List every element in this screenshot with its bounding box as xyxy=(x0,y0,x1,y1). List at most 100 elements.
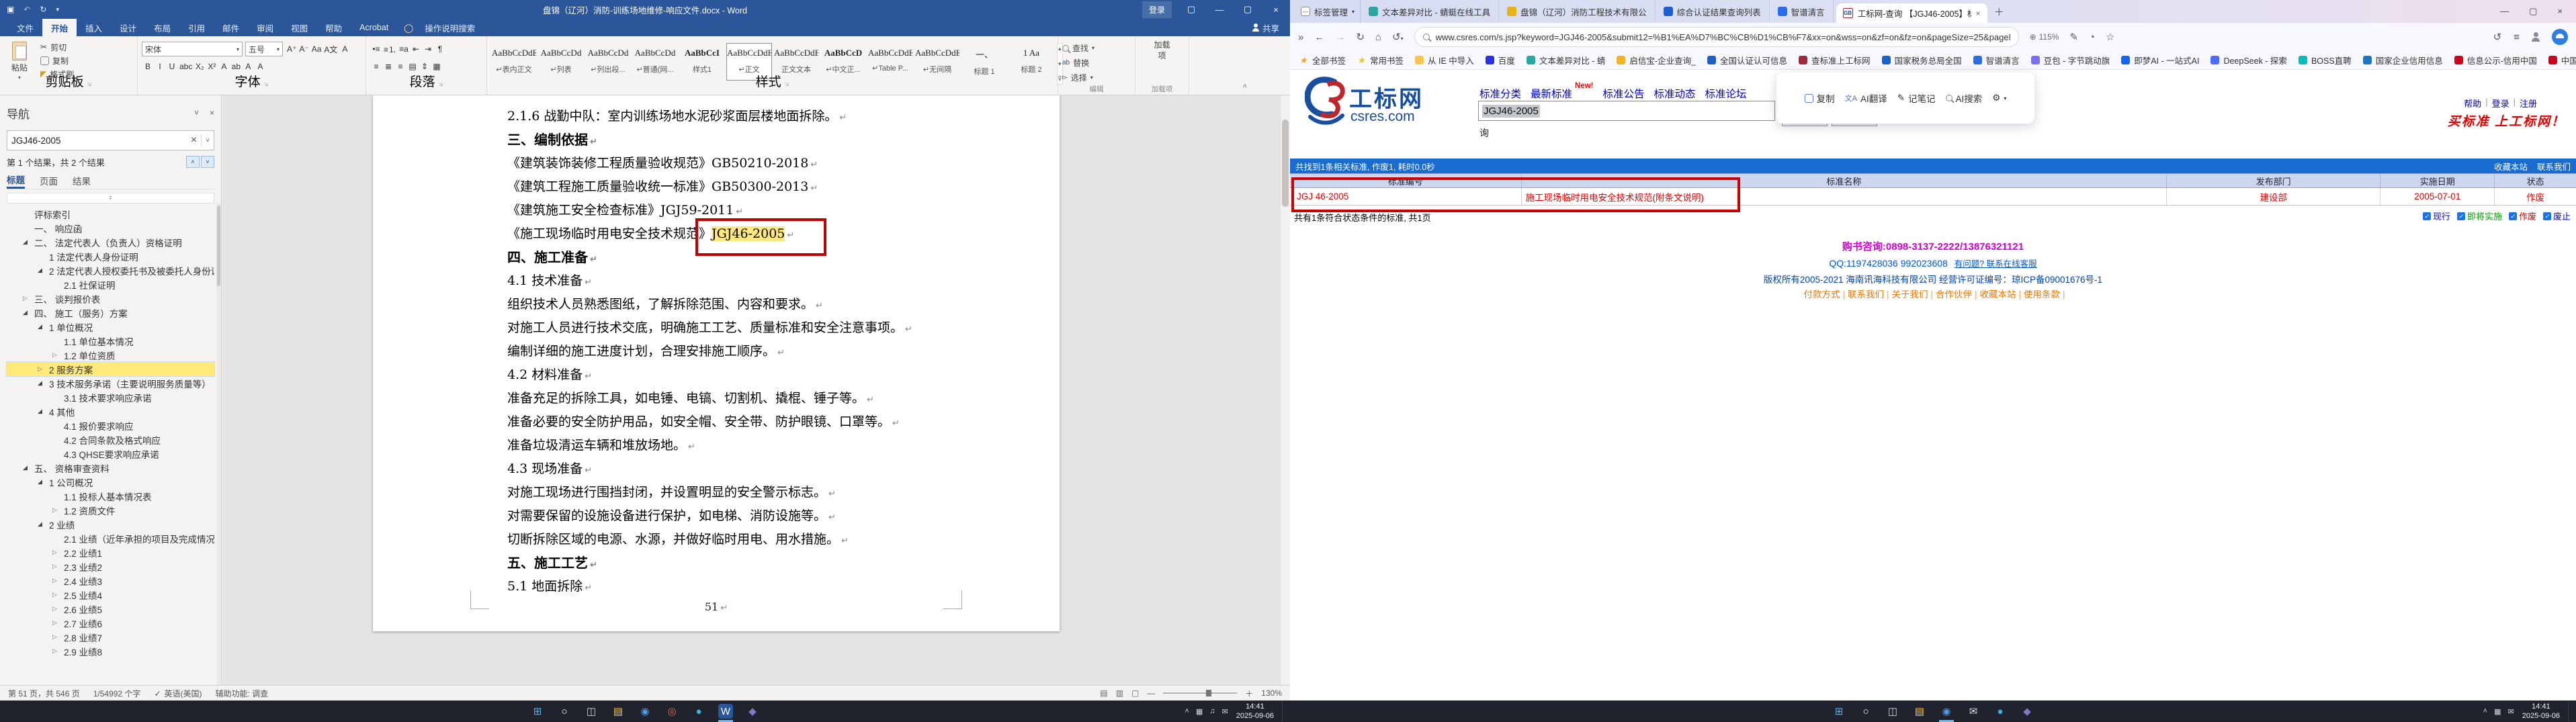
bookmark-item[interactable]: 查标准上工标网 xyxy=(1799,54,1871,66)
forward-icon[interactable]: → xyxy=(1335,32,1345,43)
print-layout-icon[interactable]: ▥ xyxy=(1116,688,1123,698)
tree-expand-icon[interactable] xyxy=(23,309,34,316)
nav-tree-item[interactable]: 2.1 社保证明 xyxy=(7,277,214,291)
footer-link[interactable]: 使用条款 xyxy=(2024,289,2060,300)
next-result-button[interactable]: ˅ xyxy=(201,156,214,168)
browser-tab[interactable]: 智谱清言 xyxy=(1770,0,1834,23)
edit-page-icon[interactable]: ✎ xyxy=(2069,31,2078,43)
tree-expand-icon[interactable] xyxy=(52,577,64,584)
document-scrollbar[interactable] xyxy=(1280,95,1290,685)
taskbar-app-icon[interactable]: ◉ xyxy=(632,701,658,722)
taskbar-clock[interactable]: 14:41 2025-09-06 xyxy=(1236,702,1274,721)
contact-us-link[interactable]: 联系我们 xyxy=(2537,160,2571,173)
nav-tree-item[interactable]: 1.1 单位基本情况 xyxy=(7,334,214,348)
replace-button[interactable]: ab 替换 xyxy=(1062,56,1131,69)
login-link[interactable]: 登录 xyxy=(2492,97,2509,109)
font-name-select[interactable]: 宋体 ▾ xyxy=(142,42,243,56)
bookmark-item[interactable]: 国家税务总局全国 xyxy=(1881,54,1962,66)
select-button[interactable]: ▻ 选择 ▾ xyxy=(1062,71,1131,84)
nav-standard-news[interactable]: 标准动态 xyxy=(1654,86,1696,101)
taskbar-app-icon[interactable]: ◎ xyxy=(658,701,685,722)
nav-tree-item[interactable]: 2.1 业绩（近年承担的项目及完成情况） xyxy=(7,531,214,545)
nav-tree-item[interactable]: 1 法定代表人身份证明 xyxy=(7,249,214,263)
ai-search-tool[interactable]: AI搜索 xyxy=(1945,91,1982,105)
qat-customize-icon[interactable]: ▾ xyxy=(56,6,59,13)
close-tab-icon[interactable]: × xyxy=(1976,9,1981,18)
bookmark-item[interactable]: 国家企业信用信息 xyxy=(2362,54,2443,66)
zoom-slider[interactable] xyxy=(1163,690,1238,696)
bookmark-item[interactable]: 文本差异对比 - 蜻 xyxy=(1526,54,1605,66)
nav-tree-item[interactable]: 三、 谈判报价表 xyxy=(7,291,214,306)
tree-expand-icon[interactable] xyxy=(38,267,49,274)
find-button[interactable]: 查找 ▾ xyxy=(1062,42,1131,54)
tree-expand-icon[interactable] xyxy=(52,647,64,655)
tree-expand-icon[interactable] xyxy=(52,605,64,613)
nav-standard-forum[interactable]: 标准论坛 xyxy=(1705,86,1747,101)
paragraph-tool-button[interactable]: ≡a xyxy=(398,42,410,56)
ribbon-display-options-icon[interactable]: ▢ xyxy=(1177,0,1205,19)
nav-tree-item[interactable]: 2.2 业绩1 xyxy=(7,545,214,559)
paragraph-tool-button[interactable]: ⇥ xyxy=(422,42,434,56)
taskbar-app-icon[interactable]: ○ xyxy=(551,701,578,722)
redo-icon[interactable]: ↻ xyxy=(40,5,46,14)
tray-icon[interactable]: ˄ xyxy=(1185,707,1189,716)
reload-icon[interactable]: ↻ xyxy=(1356,31,1365,43)
back-icon[interactable]: ← xyxy=(1314,32,1324,43)
nav-pane-scrollbar[interactable] xyxy=(216,203,221,685)
tree-expand-icon[interactable] xyxy=(23,238,34,246)
nav-tree-item[interactable]: 4.1 报价要求响应 xyxy=(7,418,214,433)
nav-tab-headings[interactable]: 标题 xyxy=(7,172,25,189)
nav-tree-item[interactable]: 2.7 业绩6 xyxy=(7,616,214,630)
tree-expand-icon[interactable] xyxy=(23,464,34,471)
extensions-chevron-icon[interactable]: » xyxy=(1298,32,1303,43)
taskbar-app-icon[interactable]: ✉ xyxy=(1960,701,1987,722)
nav-pane-close-icon[interactable]: × xyxy=(210,108,214,118)
nav-pane-options-icon[interactable]: ˅ xyxy=(194,108,199,118)
tell-me-search[interactable]: 操作说明搜索 xyxy=(416,19,484,36)
tab-home[interactable]: 开始 xyxy=(42,19,77,36)
bookmark-item[interactable]: 百度 xyxy=(1485,54,1515,66)
font-tool-button[interactable]: A xyxy=(339,42,351,56)
nav-tree-item[interactable]: 2.4 业绩3 xyxy=(7,574,214,588)
tree-expand-icon[interactable] xyxy=(52,506,64,514)
taskbar-app-icon[interactable]: ● xyxy=(1987,701,2014,722)
nav-tree-item[interactable]: 评标索引 xyxy=(7,207,214,221)
tab-manager-button[interactable]: — 标签管理 ▾ xyxy=(1295,0,1361,23)
page-zoom-badge[interactable]: ⊕ 115% xyxy=(2030,32,2059,42)
bookmark-item[interactable]: 智谱清言 xyxy=(1973,54,2020,66)
nav-tree-item[interactable]: 2 法定代表人授权委托书及被委托人身份证明 xyxy=(7,263,214,277)
nav-standard-notice[interactable]: 标准公告 xyxy=(1603,86,1645,101)
previous-result-button[interactable]: ˄ xyxy=(186,156,200,168)
jump-to-top-bar[interactable]: ⍏ xyxy=(7,193,214,204)
taskbar-app-icon[interactable]: ● xyxy=(685,701,712,722)
search-options-icon[interactable]: ˅ xyxy=(206,137,210,144)
nav-tree-item[interactable]: 4 其他 xyxy=(7,404,214,418)
status-filter-checkbox[interactable]: 即将实施 xyxy=(2456,210,2502,222)
show-desktop-strip[interactable] xyxy=(2568,701,2571,722)
share-button[interactable]: 共享 xyxy=(1252,21,1290,34)
copy-button[interactable]: 复制 xyxy=(40,54,74,67)
bookmark-item[interactable]: 从 IE 中导入 xyxy=(1415,54,1474,66)
nav-tree-item[interactable]: 2 业绩 xyxy=(7,517,214,531)
nav-tree-item[interactable]: 2.6 业绩5 xyxy=(7,602,214,616)
home-icon[interactable]: ⌂ xyxy=(1375,32,1381,43)
tray-icon[interactable]: ▦ xyxy=(2494,707,2501,716)
tab-help[interactable]: 帮助 xyxy=(316,19,351,36)
accessibility-status[interactable]: 辅助功能: 调查 xyxy=(216,688,269,699)
browser-tab[interactable]: 综合认证结果查询列表 xyxy=(1656,0,1770,23)
reader-mode-icon[interactable]: ◔ xyxy=(2089,32,2095,43)
bookmark-star-icon[interactable]: ☆ xyxy=(2106,31,2114,43)
nav-tree-item[interactable]: 2.3 业绩2 xyxy=(7,559,214,574)
tree-expand-icon[interactable] xyxy=(52,633,64,641)
taskbar-app-icon[interactable]: ▤ xyxy=(1906,701,1933,722)
online-support-link[interactable]: 有问题? 联系在线客服 xyxy=(1955,259,2037,269)
favorite-site-link[interactable]: 收藏本站 xyxy=(2494,160,2528,173)
taskbar-app-icon[interactable]: ▤ xyxy=(605,701,632,722)
tray-icon[interactable]: ✉ xyxy=(1222,707,1228,716)
tree-expand-icon[interactable] xyxy=(38,521,49,528)
nav-tree-item[interactable]: 1.2 单位资质 xyxy=(7,348,214,362)
tree-expand-icon[interactable] xyxy=(52,563,64,570)
taskbar-app-icon[interactable]: ◉ xyxy=(1933,701,1960,722)
footer-link[interactable]: 联系我们 xyxy=(1848,289,1884,300)
footer-link[interactable]: 付款方式 xyxy=(1803,289,1840,300)
